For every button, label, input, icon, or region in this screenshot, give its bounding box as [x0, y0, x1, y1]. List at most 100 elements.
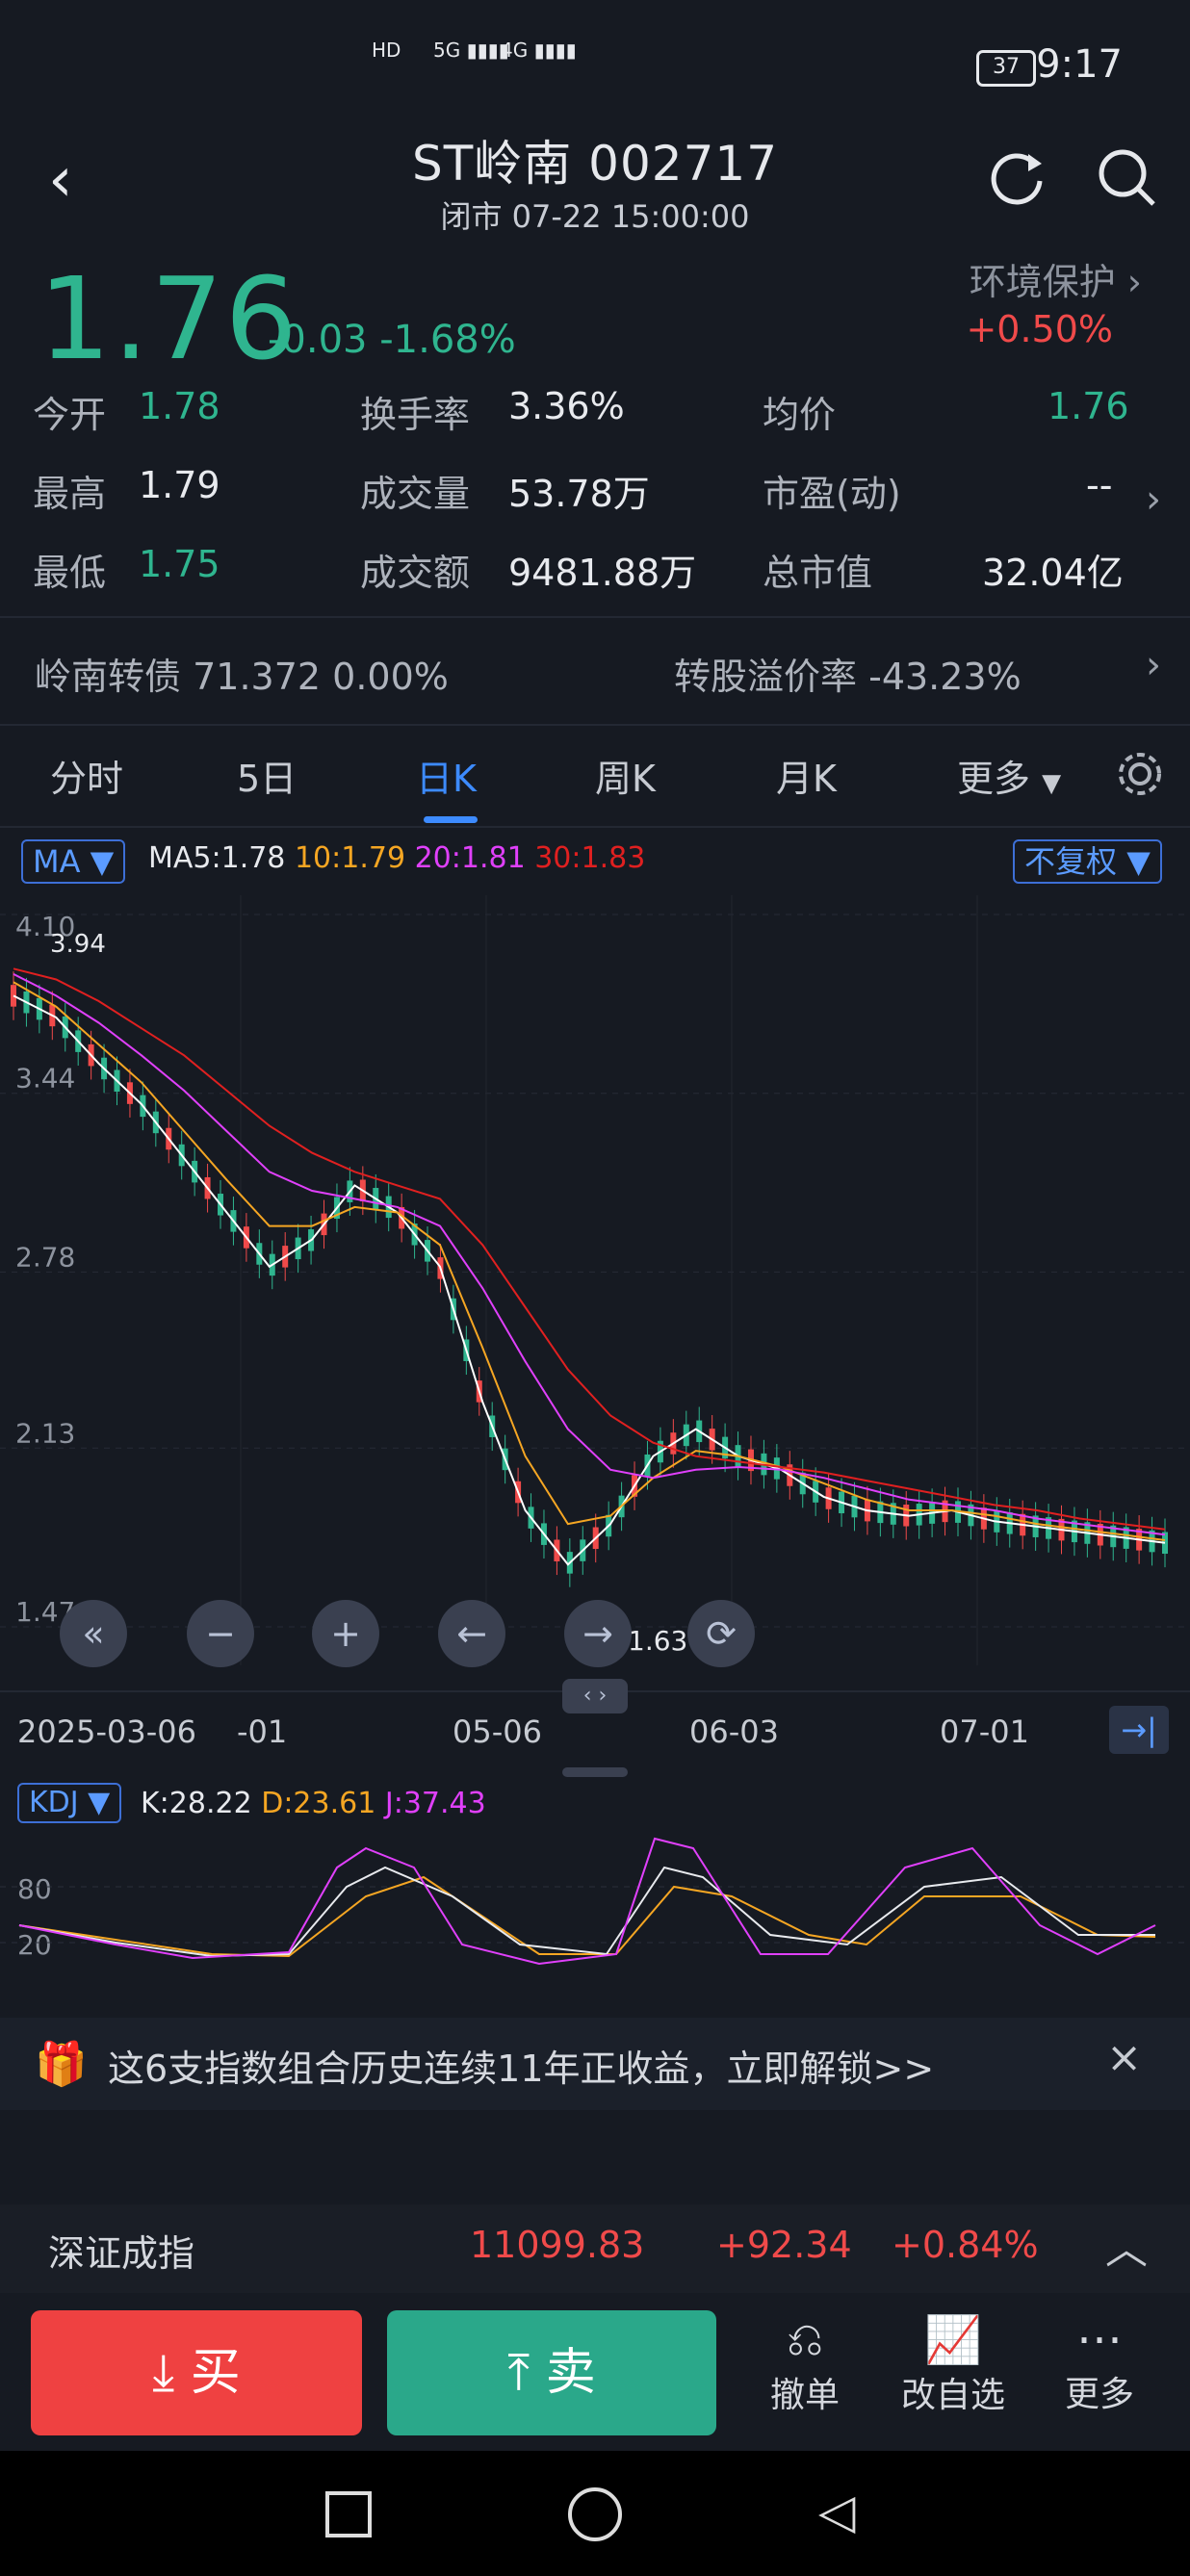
gift-icon: 🎁 [35, 2040, 88, 2089]
kdj-d: D:23.61 [261, 1787, 376, 1820]
bond-name: 岭南转债 [35, 656, 182, 698]
bond-info[interactable]: 岭南转债 71.372 0.00% [35, 647, 449, 700]
pane-resize-handle[interactable] [562, 1767, 628, 1777]
kdj-chart[interactable] [0, 1829, 1190, 2002]
battery-icon: 37 [976, 50, 1036, 87]
stat-value: 53.78万 [508, 473, 650, 515]
chevron-right-icon[interactable]: › [1146, 477, 1161, 522]
kdj-d-line [18, 1875, 1156, 1958]
bond-price: 71.372 [193, 656, 322, 698]
stat-label: 市盈(动) [763, 473, 901, 515]
cancel-order-icon: ⎌ [786, 2312, 824, 2366]
recent-apps-icon[interactable] [325, 2491, 372, 2537]
cancel-order-button[interactable]: ⎌ 撤单 [747, 2312, 863, 2417]
refresh-icon[interactable] [984, 144, 1051, 212]
ma-line-30 [13, 967, 1166, 1531]
sector-change: +0.50% [966, 308, 1113, 350]
stat-value: 1.78 [139, 385, 220, 427]
stat-label: 换手率 [360, 394, 471, 436]
kdj-selector[interactable]: KDJ ▼ [17, 1783, 122, 1823]
divider [0, 826, 1190, 828]
divider [0, 616, 1190, 618]
adjust-label: 不复权 [1024, 843, 1118, 880]
kdj-k: K:28.22 [141, 1787, 252, 1820]
more-button[interactable]: ⋯ 更多 [1042, 2312, 1157, 2416]
kdj-values: K:28.22 D:23.61 J:37.43 [141, 1787, 486, 1820]
premium-value: -43.23% [868, 656, 1022, 698]
bond-premium[interactable]: 转股溢价率 -43.23% [674, 647, 1022, 700]
tab-more[interactable]: 更多 ▼ [957, 749, 1061, 802]
ma-label: MA [33, 843, 81, 880]
status-bar: HD 5G ▮▮▮▮ 4G ▮▮▮▮ 37 9:17 [0, 0, 1190, 125]
drag-handle[interactable]: ‹ › [562, 1679, 628, 1713]
cancel-order-label: 撤单 [769, 2376, 840, 2415]
buy-button[interactable]: ⤓ 买 [31, 2310, 362, 2435]
bond-pct: 0.00% [332, 656, 449, 698]
kdj-label: KDJ [29, 1786, 79, 1819]
jump-start-button[interactable]: « [60, 1600, 127, 1667]
gear-icon[interactable] [1113, 747, 1167, 801]
sector-link[interactable]: 环境保护 › [970, 252, 1142, 305]
caret-down-icon: ▼ [1042, 769, 1062, 798]
x-tick: -01 [237, 1713, 288, 1750]
x-tick: 2025-03-06 [17, 1713, 196, 1750]
stat-label: 最高 [33, 473, 107, 515]
stat-label: 总市值 [763, 552, 873, 594]
tab-more-label: 更多 [957, 758, 1031, 800]
close-icon[interactable]: × [1106, 2033, 1142, 2082]
change-value: -0.03 [268, 318, 368, 362]
edit-watchlist-label: 改自选 [900, 2376, 1005, 2415]
kdj-j: J:37.43 [384, 1787, 486, 1820]
tab-intraday[interactable]: 分时 [50, 749, 123, 802]
stat-value: 32.04亿 [982, 552, 1124, 594]
more-label: 更多 [1064, 2375, 1134, 2414]
sell-label: 卖 [545, 2344, 596, 2402]
ma-values: MA5:1.78 10:1.79 20:1.81 30:1.83 [148, 841, 645, 875]
rotate-icon[interactable]: ⟳ [687, 1600, 755, 1667]
chevron-right-icon[interactable]: › [1146, 643, 1161, 687]
divider [0, 724, 1190, 726]
ma-line-MA5 [13, 994, 1166, 1566]
tab-5day[interactable]: 5日 [237, 749, 297, 802]
adjust-selector[interactable]: 不复权 ▼ [1013, 839, 1162, 884]
stat-label: 最低 [33, 552, 107, 594]
kdj-j-line [18, 1837, 1156, 1966]
chevron-up-icon[interactable]: ︿ [1105, 2214, 1148, 2276]
y-tick-label: 2.13 [15, 1417, 75, 1449]
last-price: 1.76 [39, 252, 299, 385]
x-tick: 05-06 [453, 1713, 542, 1750]
stat-value: 9481.88万 [508, 552, 697, 594]
index-value: 11099.83 [470, 2224, 645, 2266]
stat-label: 成交额 [360, 552, 471, 594]
signal-5g-icon: 5G ▮▮▮▮ [433, 39, 509, 62]
tab-indicator [424, 816, 478, 823]
move-left-button[interactable]: ← [438, 1600, 505, 1667]
edit-watchlist-button[interactable]: 📈 改自选 [895, 2312, 1011, 2417]
ma-selector[interactable]: MA ▼ [21, 839, 126, 884]
ma10-value: 10:1.79 [294, 841, 406, 875]
ma5-value: MA5:1.78 [148, 841, 286, 875]
clock: 9:17 [1036, 42, 1123, 87]
low-annotation: 1.63 [628, 1625, 688, 1657]
ma-line-10 [13, 981, 1166, 1541]
zoom-out-button[interactable]: − [187, 1600, 254, 1667]
move-right-button[interactable]: → [564, 1600, 632, 1667]
zoom-in-button[interactable]: + [312, 1600, 379, 1667]
index-pct: +0.84% [892, 2224, 1039, 2266]
tab-daily-k[interactable]: 日K [416, 749, 477, 802]
kline-chart[interactable]: 4.103.442.782.131.47 [0, 895, 1190, 1685]
x-tick: 06-03 [689, 1713, 779, 1750]
promo-text[interactable]: 这6支指数组合历史连续11年正收益，立即解锁>> [108, 2039, 934, 2092]
sector-name: 环境保护 [969, 261, 1116, 303]
jump-latest-icon[interactable]: →| [1109, 1706, 1169, 1754]
signal-hd-icon: HD [372, 39, 401, 62]
home-icon[interactable] [568, 2487, 622, 2541]
back-nav-icon[interactable]: ◁ [818, 2484, 855, 2539]
stat-label: 今开 [33, 394, 107, 436]
search-icon[interactable] [1094, 144, 1161, 212]
sell-button[interactable]: ⤒ 卖 [387, 2310, 716, 2435]
tab-weekly-k[interactable]: 周K [595, 749, 656, 802]
stat-value: 1.76 [1048, 385, 1129, 427]
stat-label: 成交量 [360, 473, 471, 515]
tab-monthly-k[interactable]: 月K [776, 749, 837, 802]
